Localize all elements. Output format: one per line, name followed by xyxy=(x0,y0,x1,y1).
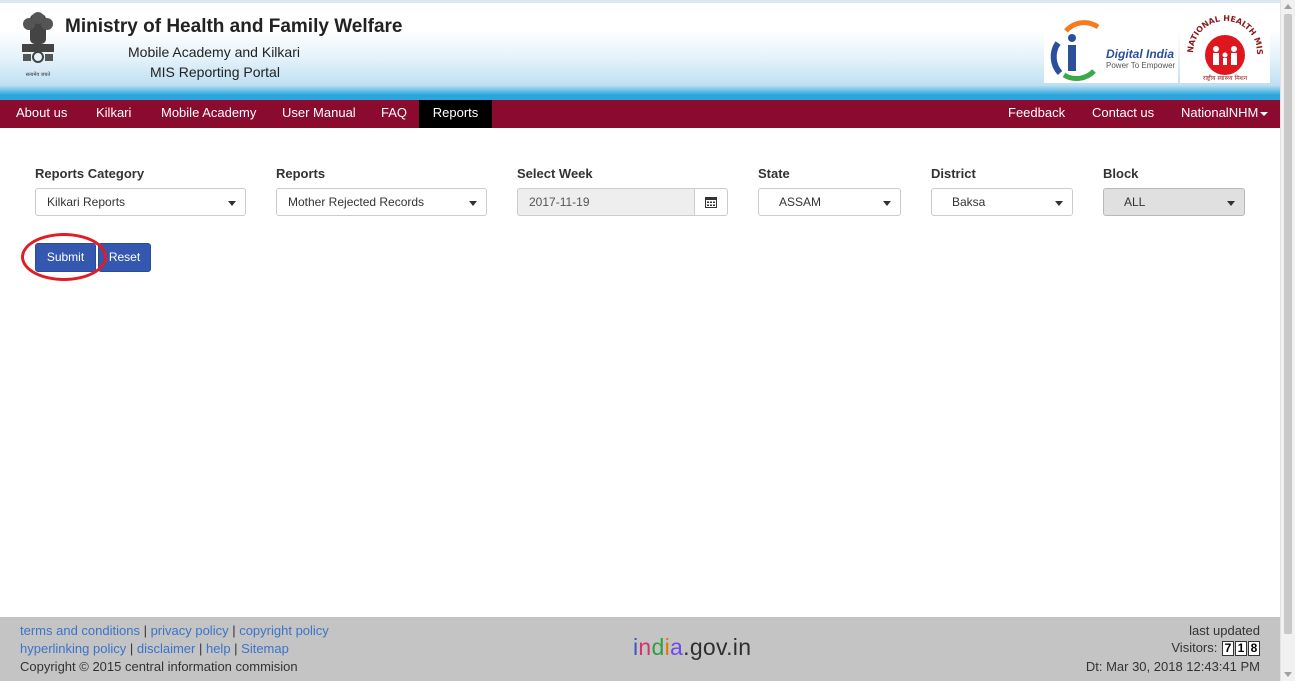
visitor-digit: 8 xyxy=(1248,641,1260,657)
digital-india-mark-icon xyxy=(1050,20,1100,81)
user-name: NationalNHM xyxy=(1181,105,1259,120)
terms-link[interactable]: terms and conditions xyxy=(20,623,140,638)
scroll-up-arrow-icon[interactable] xyxy=(1284,4,1292,9)
reports-category-value: Kilkari Reports xyxy=(47,195,126,209)
hyperlinking-link[interactable]: hyperlinking policy xyxy=(20,641,126,656)
nhm-logo[interactable]: NATIONAL HEALTH MISSION राष्ट्रीय स्वास्… xyxy=(1177,6,1270,83)
nav-faq[interactable]: FAQ xyxy=(381,100,407,128)
page-subtitle-2: MIS Reporting Portal xyxy=(150,64,280,80)
nav-reports[interactable]: Reports xyxy=(419,100,492,128)
footer-links-row-1: terms and conditions | privacy policy | … xyxy=(20,623,329,638)
nav-mobile-academy[interactable]: Mobile Academy xyxy=(161,100,256,128)
page-scrollbar[interactable] xyxy=(1280,0,1295,681)
state-select[interactable]: ASSAM xyxy=(758,188,901,216)
visitor-counter: Visitors: 718 xyxy=(1171,640,1260,657)
last-updated-date: Dt: Mar 30, 2018 12:43:41 PM xyxy=(1085,659,1260,674)
nav-user-dropdown[interactable]: NationalNHM xyxy=(1181,100,1269,128)
digital-india-logo[interactable]: Digital India Power To Empower xyxy=(1044,13,1178,83)
site-footer: terms and conditions | privacy policy | … xyxy=(0,617,1280,681)
header-top-line xyxy=(0,0,1280,3)
chevron-down-icon xyxy=(1055,201,1063,206)
nav-user-manual[interactable]: User Manual xyxy=(282,100,356,128)
visitor-digit: 1 xyxy=(1235,641,1247,657)
nav-contact-us[interactable]: Contact us xyxy=(1092,100,1154,128)
india-gov-text: .gov.in xyxy=(683,634,752,660)
chevron-down-icon xyxy=(883,201,891,206)
block-value: ALL xyxy=(1124,195,1146,209)
block-label: Block xyxy=(1103,166,1139,181)
copyright-link[interactable]: copyright policy xyxy=(239,623,329,638)
district-value: Baksa xyxy=(952,195,986,209)
block-select[interactable]: ALL xyxy=(1103,188,1245,216)
chevron-down-icon xyxy=(1227,201,1235,206)
chevron-down-icon xyxy=(228,201,236,206)
digital-india-tagline: Power To Empower xyxy=(1106,61,1176,70)
site-header: सत्यमेव जयते Ministry of Health and Fami… xyxy=(0,0,1280,100)
visitor-digit: 7 xyxy=(1222,641,1234,657)
nhm-emblem-icon: NATIONAL HEALTH MISSION राष्ट्रीय स्वास्… xyxy=(1177,6,1265,82)
page-subtitle-1: Mobile Academy and Kilkari xyxy=(128,44,300,60)
help-link[interactable]: help xyxy=(206,641,231,656)
india-gov-logo[interactable]: india.gov.in xyxy=(633,634,751,661)
copyright-text: Copyright © 2015 central information com… xyxy=(20,659,298,674)
disclaimer-link[interactable]: disclaimer xyxy=(137,641,196,656)
visitors-label: Visitors: xyxy=(1171,640,1218,655)
reports-category-label: Reports Category xyxy=(35,166,145,181)
reports-label: Reports xyxy=(276,166,326,181)
main-navbar: About us Kilkari Mobile Academy User Man… xyxy=(0,100,1280,128)
state-value: ASSAM xyxy=(779,195,822,209)
nav-kilkari[interactable]: Kilkari xyxy=(96,100,131,128)
svg-text:सत्यमेव जयते: सत्यमेव जयते xyxy=(26,71,51,78)
scroll-down-arrow-icon[interactable] xyxy=(1284,672,1292,677)
sitemap-link[interactable]: Sitemap xyxy=(241,641,289,656)
svg-text:राष्ट्रीय स्वास्थ्य मिशन: राष्ट्रीय स्वास्थ्य मिशन xyxy=(1203,74,1248,82)
last-updated-label: last updated xyxy=(1189,623,1260,638)
state-label: State xyxy=(758,166,790,181)
annotation-circle xyxy=(21,233,107,281)
chevron-down-icon xyxy=(1260,111,1269,116)
reports-category-select[interactable]: Kilkari Reports xyxy=(35,188,246,216)
nav-feedback[interactable]: Feedback xyxy=(1008,100,1065,128)
calendar-icon xyxy=(705,197,717,208)
select-week-input[interactable]: 2017-11-19 xyxy=(517,188,695,216)
reports-value: Mother Rejected Records xyxy=(288,195,425,209)
footer-links-row-2: hyperlinking policy | disclaimer | help … xyxy=(20,641,289,656)
reports-select[interactable]: Mother Rejected Records xyxy=(276,188,487,216)
select-week-label: Select Week xyxy=(517,166,593,181)
scrollbar-thumb[interactable] xyxy=(1284,14,1292,634)
digital-india-text: Digital India xyxy=(1106,47,1175,61)
district-label: District xyxy=(931,166,976,181)
nav-about-us[interactable]: About us xyxy=(16,100,67,128)
national-emblem-logo: सत्यमेव जयते xyxy=(22,12,54,78)
chevron-down-icon xyxy=(469,201,477,206)
calendar-button[interactable] xyxy=(694,188,728,216)
page-title: Ministry of Health and Family Welfare xyxy=(65,16,403,37)
privacy-link[interactable]: privacy policy xyxy=(151,623,229,638)
district-select[interactable]: Baksa xyxy=(931,188,1073,216)
